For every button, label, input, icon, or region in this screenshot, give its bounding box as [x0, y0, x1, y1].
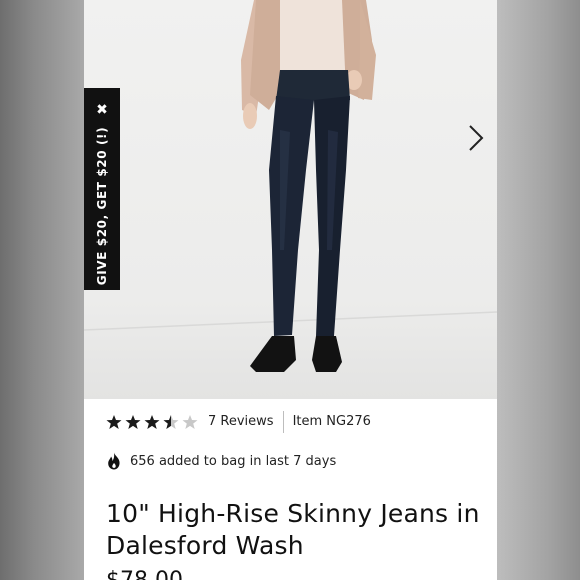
reviews-link[interactable]: 7 Reviews	[208, 411, 284, 433]
backdrop-right	[497, 0, 580, 580]
referral-promo-tab[interactable]: ✖ GIVE $20, GET $20 (!)	[84, 88, 120, 290]
star-icon	[106, 415, 122, 429]
star-half-icon	[163, 415, 179, 429]
product-title: 10" High-Rise Skinny Jeans in Dalesford …	[106, 498, 480, 560]
rating-row: 7 Reviews Item NG276	[106, 411, 371, 433]
chevron-right-icon[interactable]	[464, 120, 488, 156]
fire-icon	[108, 452, 120, 470]
backdrop-left	[0, 0, 84, 580]
promo-label: GIVE $20, GET $20 (!)	[95, 126, 109, 286]
star-rating[interactable]	[106, 414, 198, 430]
bag-activity-text: 656 added to bag in last 7 days	[130, 453, 337, 469]
star-icon	[125, 415, 141, 429]
product-price: $78.00	[106, 568, 183, 580]
product-image[interactable]	[84, 0, 497, 399]
item-number: Item NG276	[292, 414, 371, 429]
bag-activity-row: 656 added to bag in last 7 days	[106, 450, 336, 472]
star-icon	[144, 415, 160, 429]
model-illustration	[84, 0, 497, 372]
star-empty-icon	[182, 415, 198, 429]
close-icon[interactable]: ✖	[94, 102, 110, 118]
product-card: ✖ GIVE $20, GET $20 (!) 7 Reviews Item N…	[84, 0, 497, 580]
